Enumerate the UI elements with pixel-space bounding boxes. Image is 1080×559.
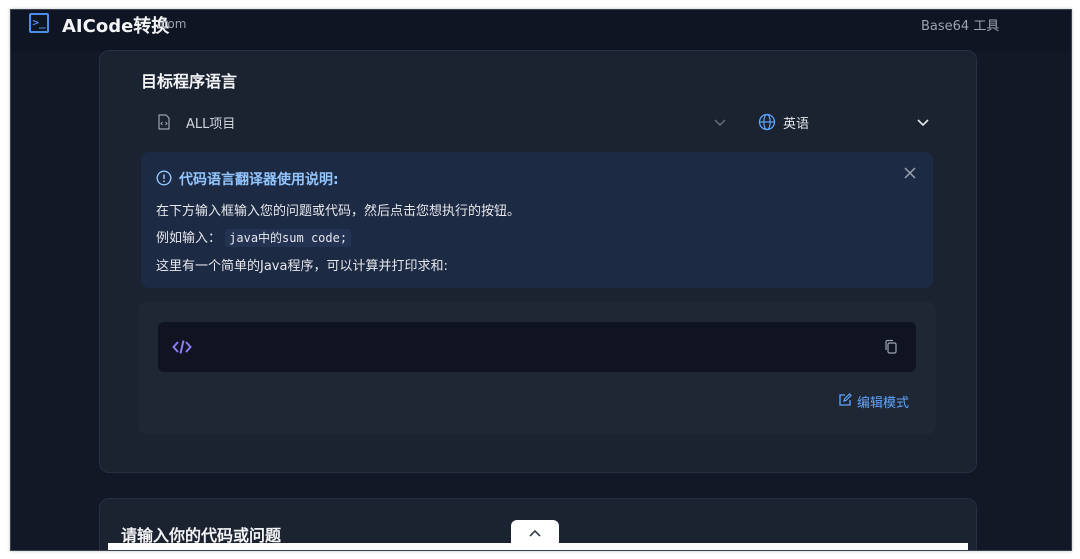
top-navbar: >_ AICode转换 .com Base64 工具 <box>11 10 1071 52</box>
code-brackets-icon <box>172 340 192 354</box>
edit-icon <box>839 393 852 406</box>
chevron-down-icon <box>714 119 726 126</box>
usage-instructions-alert: 代码语言翻译器使用说明: 在下方输入框输入您的问题或代码，然后点击您想执行的按钮… <box>141 152 933 288</box>
alert-example-prefix: 例如输入： <box>156 231 222 246</box>
alert-line: 这里有一个简单的Java程序，可以计算并打印求和: <box>156 259 448 274</box>
scroll-to-top-button[interactable] <box>511 520 559 546</box>
terminal-logo-icon[interactable]: >_ <box>29 13 49 33</box>
info-circle-icon <box>156 170 172 186</box>
project-select-label: ALL项目 <box>186 117 236 132</box>
moon-icon[interactable] <box>1021 15 1037 31</box>
edit-mode-label: 编辑模式 <box>857 396 910 411</box>
alert-line: 在下方输入框输入您的问题或代码，然后点击您想执行的按钮。 <box>156 204 521 219</box>
chevron-up-icon <box>529 529 541 537</box>
section-title: 目标程序语言 <box>141 72 238 91</box>
select-row: ALL项目 英语 <box>141 102 933 142</box>
code-block <box>158 322 916 372</box>
project-select[interactable]: ALL项目 <box>141 102 731 142</box>
code-output-panel: 编辑模式 <box>138 302 936 434</box>
logo-tld: .com <box>157 17 187 31</box>
chevron-down-icon <box>917 119 929 127</box>
logo-text[interactable]: AICode转换 <box>62 12 169 38</box>
globe-icon <box>758 113 776 131</box>
nav-link-base64-tool[interactable]: Base64 工具 <box>921 15 999 34</box>
alert-example-line: 例如输入： java中的sum code; <box>156 227 352 247</box>
language-select-label: 英语 <box>783 117 810 132</box>
code-file-icon <box>158 114 170 130</box>
example-code: java中的sum code; <box>225 229 352 247</box>
app-window: >_ AICode转换 .com Base64 工具 目标程序语言 ALL项目 <box>10 9 1072 551</box>
alert-title: 代码语言翻译器使用说明: <box>179 172 339 188</box>
close-icon[interactable] <box>903 166 917 180</box>
copy-icon[interactable] <box>884 339 898 355</box>
